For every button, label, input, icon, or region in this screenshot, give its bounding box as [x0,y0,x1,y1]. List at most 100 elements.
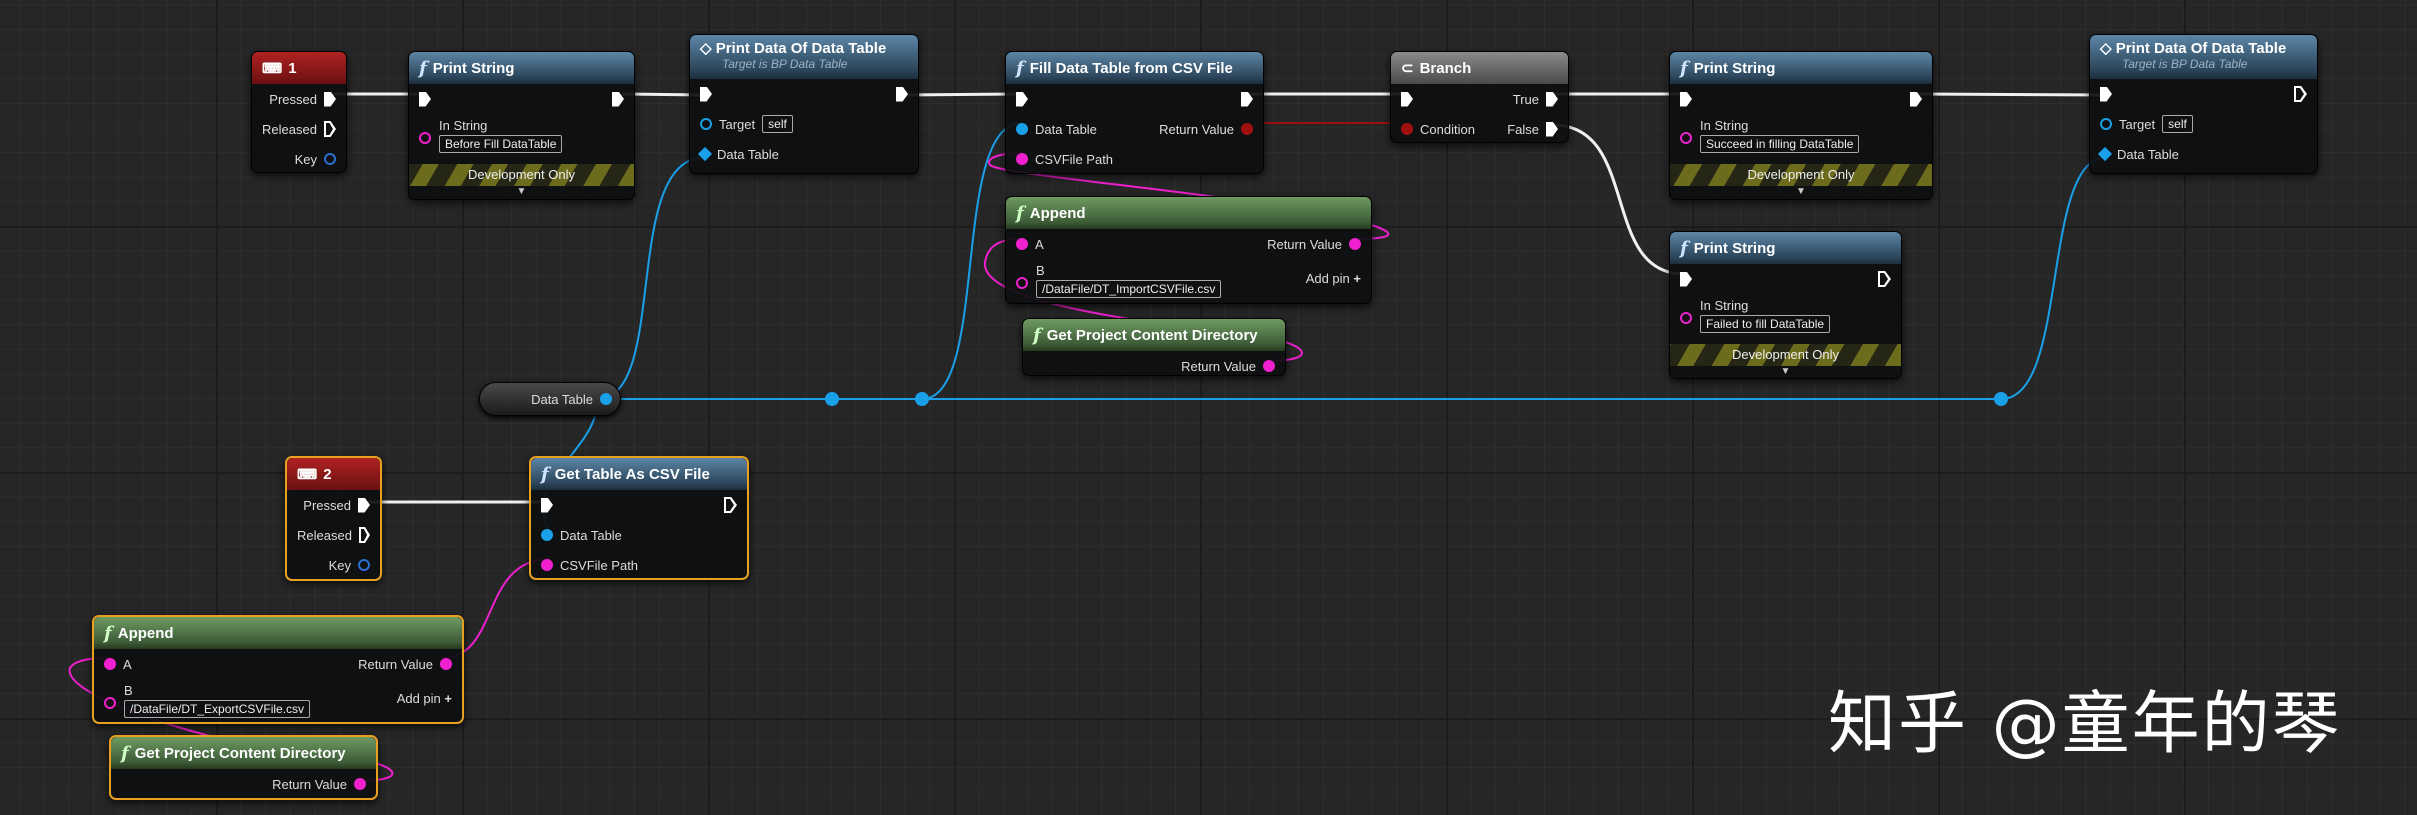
string-pin-icon[interactable] [1680,132,1692,144]
data-table-variable-node[interactable]: Data Table [479,382,621,416]
plus-icon[interactable]: + [1353,271,1361,286]
watermark: 知乎 @童年的琴 [1828,685,2342,764]
fill-data-table-from-csv-node[interactable]: f Fill Data Table from CSV File Data Tabl… [1005,51,1264,174]
object-pin-icon[interactable] [541,529,553,541]
string-pin-icon[interactable] [1016,277,1028,289]
plus-icon[interactable]: + [444,691,452,706]
reroute-node [1994,392,2008,406]
object-pin-icon[interactable] [700,118,712,130]
exec-in-pin-icon[interactable] [700,86,712,102]
expand-chevron-icon[interactable]: ▼ [1670,366,1901,380]
in-string-input[interactable]: Failed to fill DataTable [1700,315,1831,333]
string-pin-icon[interactable] [440,658,452,670]
key-1-event-node[interactable]: ⌨ 1 Pressed Released Key [251,51,347,173]
target-input[interactable]: self [762,115,793,133]
node-title: Append [117,624,174,642]
string-pin-icon[interactable] [541,559,553,571]
get-table-as-csv-file-node[interactable]: f Get Table As CSV File Data Table CSVFil… [529,456,749,580]
string-pin-icon[interactable] [1680,312,1692,324]
node-header: f Get Project Content Directory [111,737,376,769]
string-pin-icon[interactable] [1016,153,1028,165]
function-icon: f [1016,202,1024,224]
exec-in-pin-icon[interactable] [1401,91,1413,107]
exec-in-pin-icon[interactable] [2100,86,2112,102]
b-input[interactable]: /DataFile/DT_ExportCSVFile.csv [124,700,311,718]
function-icon: f [1680,237,1688,259]
object-pin-icon[interactable] [1016,123,1028,135]
exec-out-pin-icon[interactable] [612,91,624,107]
exec-true-pin-icon[interactable] [1546,91,1558,107]
diamond-icon: ◇ [700,40,716,57]
exec-pin-icon[interactable] [324,121,336,137]
append-import-node[interactable]: f Append A Return Value B Add pin + /DataFil… [1005,196,1372,304]
add-pin-button[interactable]: Add pin [1306,271,1350,286]
exec-in-pin-icon[interactable] [1680,91,1692,107]
string-pin-icon[interactable] [419,132,431,144]
target-input[interactable]: self [2162,115,2193,133]
node-header: ◇ Print Data Of Data Table Target is BP D… [2090,35,2317,79]
branch-node[interactable]: ⊂ Branch True Condition False [1390,51,1569,143]
diamond-icon: ◇ [2100,40,2116,57]
function-icon: f [1016,57,1024,79]
string-pin-icon[interactable] [104,697,116,709]
exec-in-pin-icon[interactable] [1016,91,1028,107]
get-project-content-directory-node[interactable]: f Get Project Content Directory Return Va… [109,735,378,800]
struct-pin-icon[interactable] [358,559,370,571]
print-string-node[interactable]: f Print String In String Before Fill DataT… [408,51,635,200]
exec-wire [903,92,1021,97]
get-project-content-directory-node[interactable]: f Get Project Content Directory Return Va… [1022,318,1286,376]
string-pin-icon[interactable] [1349,238,1361,250]
append-export-node[interactable]: f Append A Return Value B Add pin + /DataFil… [92,615,464,724]
exec-out-pin-icon[interactable] [1878,271,1891,287]
node-title: 1 [288,59,297,77]
pin-label: Data Table [717,146,779,162]
exec-pin-icon[interactable] [358,497,370,513]
node-header: f Get Project Content Directory [1023,319,1285,351]
exec-out-pin-icon[interactable] [896,86,908,102]
pin-label: Target [2119,116,2156,132]
print-string-failed-node[interactable]: f Print String In String Failed to fill Da… [1669,231,1902,379]
object-pin-icon[interactable] [2100,118,2112,130]
node-title: 2 [323,465,332,483]
exec-in-pin-icon[interactable] [419,91,431,107]
string-pin-icon[interactable] [354,778,366,790]
exec-pin-icon[interactable] [324,91,336,107]
exec-false-pin-icon[interactable] [1546,121,1558,137]
pin-label: Key [294,151,317,167]
bool-pin-icon[interactable] [1401,123,1413,135]
pin-label: In String [1700,118,1749,133]
exec-pin-icon[interactable] [359,527,370,543]
pin-label: Pressed [269,91,317,107]
print-data-of-data-table-node[interactable]: ◇ Print Data Of Data Table Target is BP D… [689,34,919,174]
in-string-input[interactable]: Before Fill DataTable [439,135,563,153]
node-title: Print Data Of Data Table [715,40,887,57]
expand-chevron-icon[interactable]: ▼ [409,186,634,200]
in-string-input[interactable]: Succeed in filling DataTable [1700,135,1860,153]
print-data-of-data-table-node[interactable]: ◇ Print Data Of Data Table Target is BP D… [2089,34,2318,174]
print-string-success-node[interactable]: f Print String In String Succeed in fillin… [1669,51,1933,200]
string-pin-icon[interactable] [1016,238,1028,250]
b-input[interactable]: /DataFile/DT_ImportCSVFile.csv [1036,280,1222,298]
string-pin-icon[interactable] [104,658,116,670]
node-title: Get Project Content Directory [1046,326,1258,344]
struct-pin-icon[interactable] [324,153,336,165]
exec-in-pin-icon[interactable] [1680,271,1692,287]
key-2-event-node[interactable]: ⌨ 2 Pressed Released Key [285,456,382,581]
expand-chevron-icon[interactable]: ▼ [1670,186,1932,200]
data-table-pin-icon[interactable] [697,146,713,162]
bool-pin-icon[interactable] [1241,123,1253,135]
exec-out-pin-icon[interactable] [724,497,737,513]
node-header: f Print String [1670,52,1932,84]
exec-out-pin-icon[interactable] [1241,91,1253,107]
exec-in-pin-icon[interactable] [541,497,553,513]
data-table-pin-icon[interactable] [2097,146,2113,162]
pin-label: Data Table [2117,146,2179,162]
variable-label: Data Table [531,391,593,407]
exec-out-pin-icon[interactable] [2294,86,2307,102]
object-pin-icon[interactable] [600,393,612,405]
add-pin-button[interactable]: Add pin [397,691,441,706]
exec-out-pin-icon[interactable] [1910,91,1922,107]
string-pin-icon[interactable] [1263,360,1275,372]
function-icon: f [1033,324,1041,346]
node-header: f Fill Data Table from CSV File [1006,52,1263,84]
